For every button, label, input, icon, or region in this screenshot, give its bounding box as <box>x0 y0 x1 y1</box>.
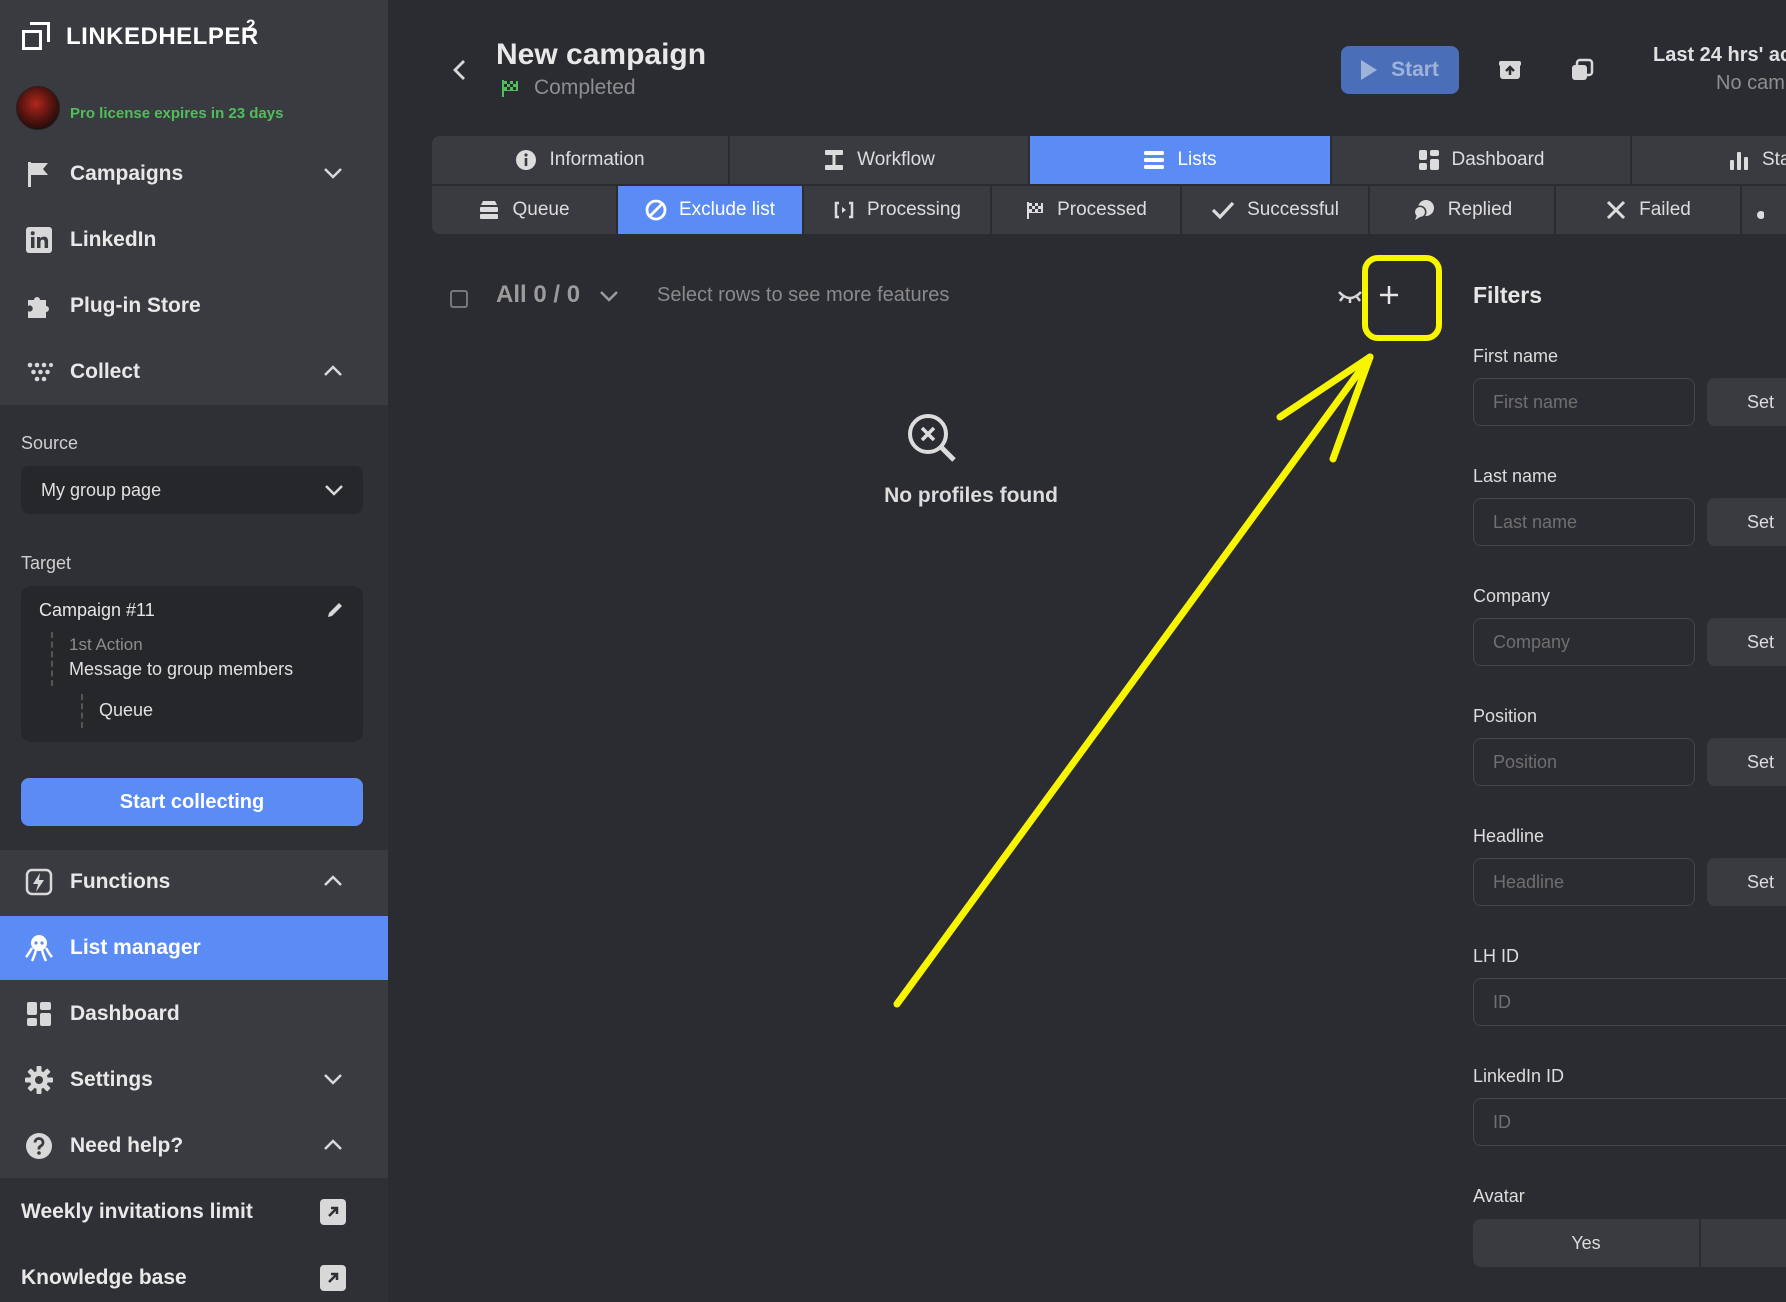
annotation-arrow <box>893 353 1374 1008</box>
